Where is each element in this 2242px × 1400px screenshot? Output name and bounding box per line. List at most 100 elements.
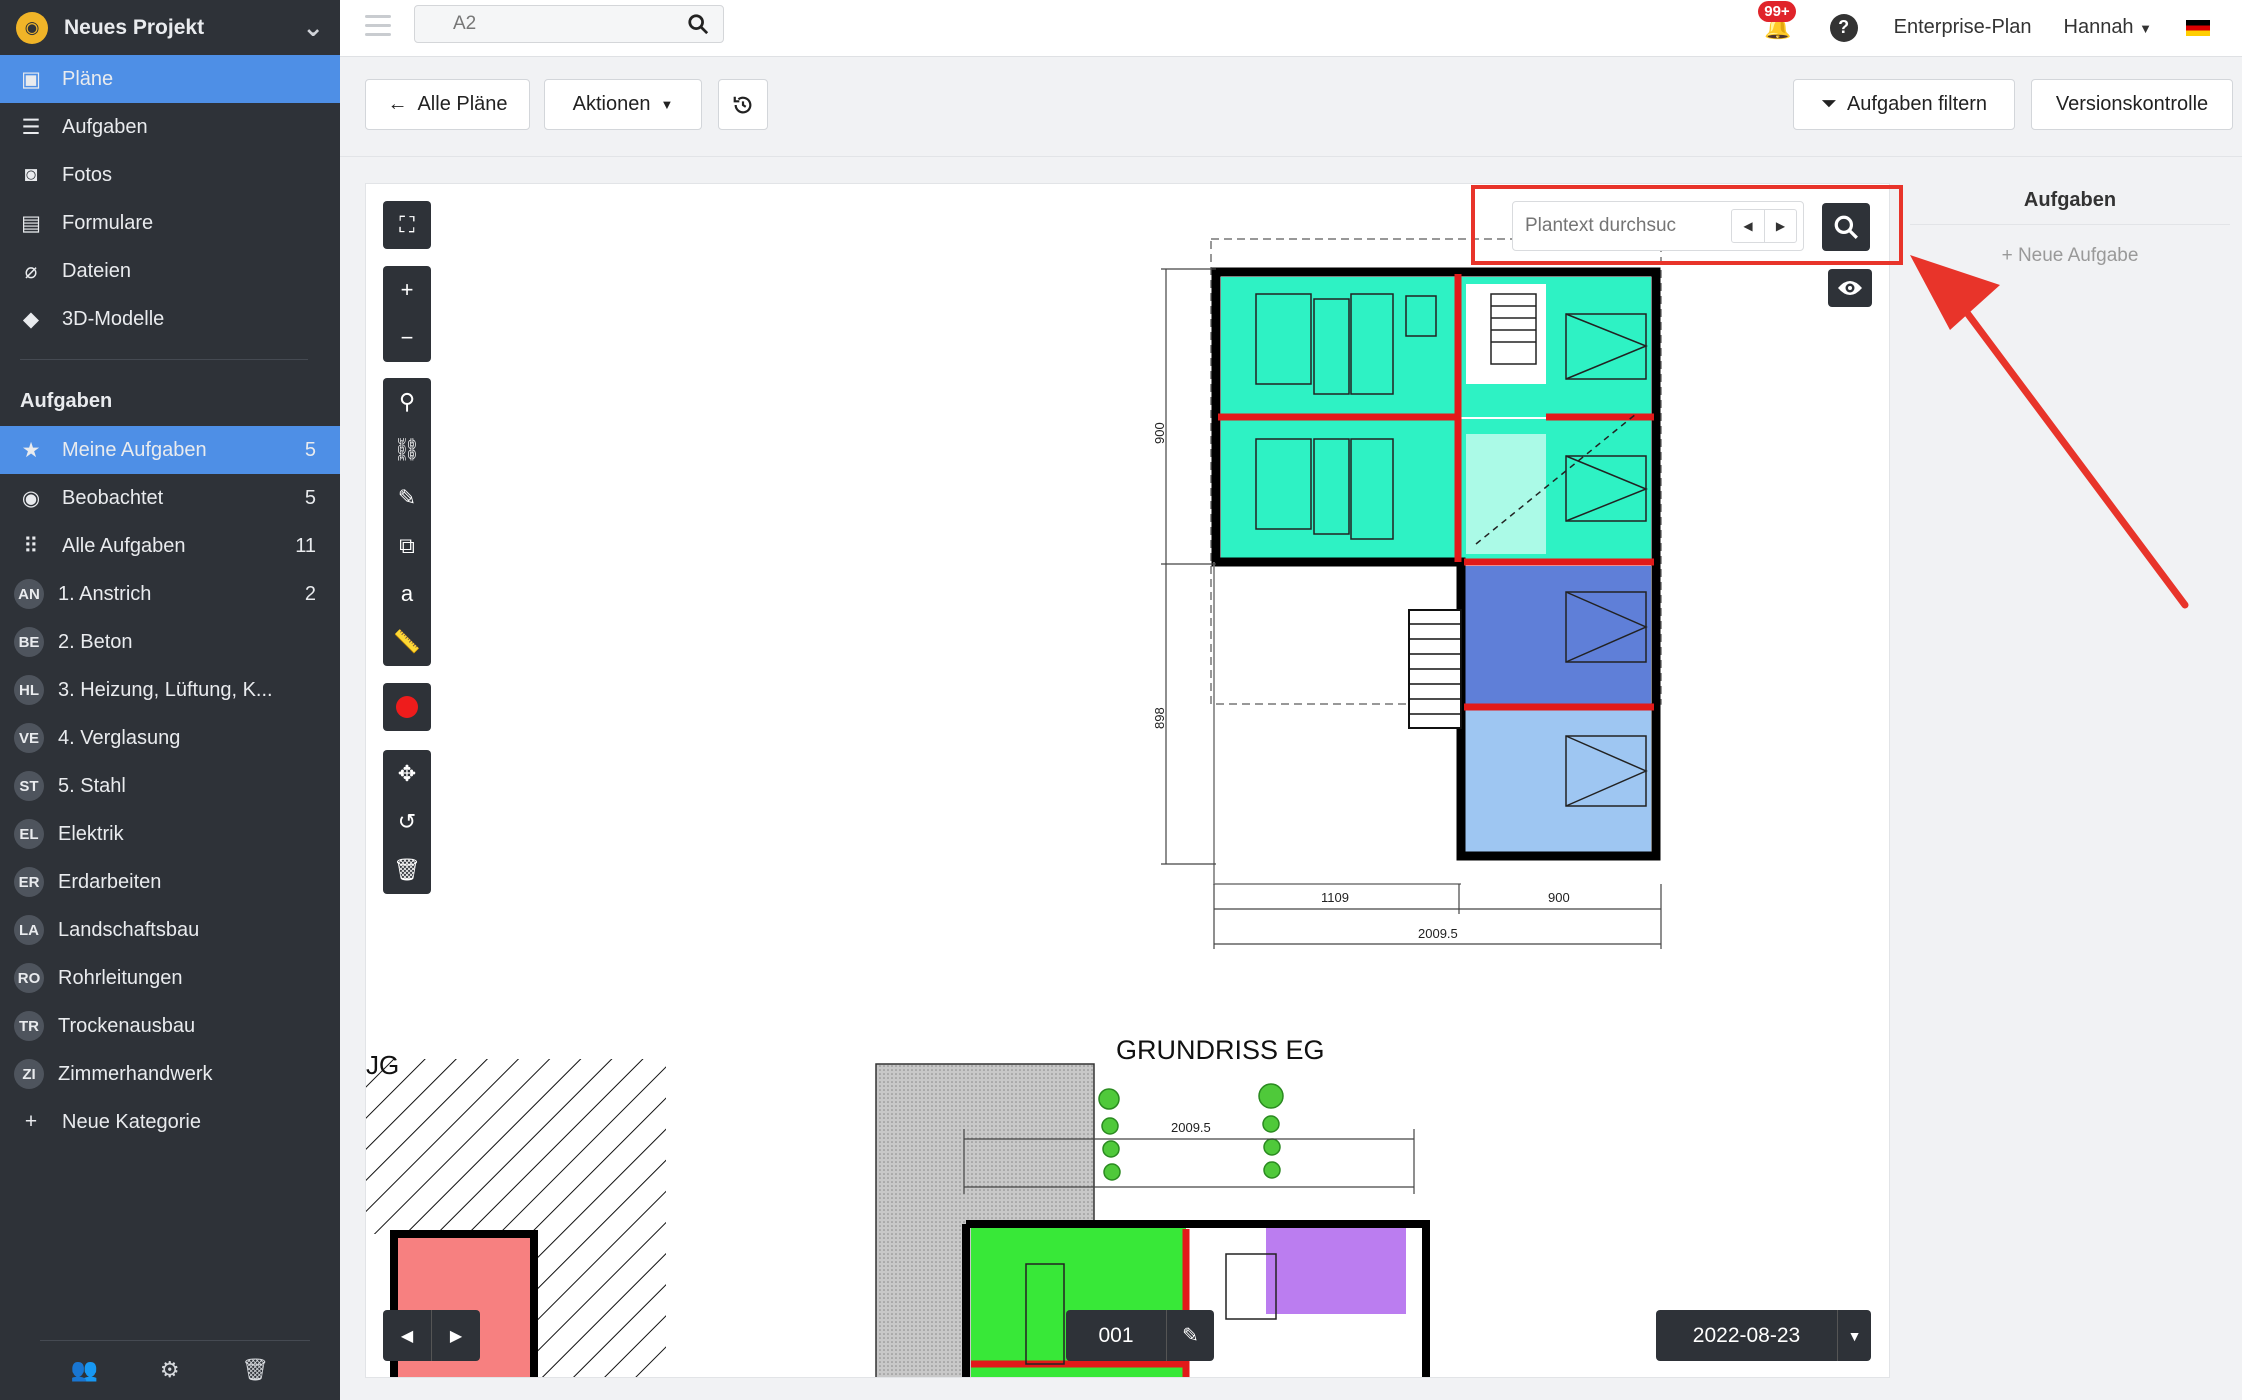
caret-down-icon[interactable]: ▼ [1837,1310,1871,1361]
plan-link[interactable]: Enterprise-Plan [1894,16,2032,39]
category-item[interactable]: AN 1. Anstrich 2 [0,570,340,618]
sidebar-item-dateien[interactable]: ⌀ Dateien [0,247,340,295]
annotation-arrow [1910,255,2189,609]
zoom-in-icon[interactable]: + [383,266,431,314]
category-item[interactable]: BE 2. Beton [0,618,340,666]
category-item[interactable]: ER Erdarbeiten [0,858,340,906]
filter-my-tasks[interactable]: ★ Meine Aufgaben 5 [0,426,340,474]
category-item[interactable]: RO Rohrleitungen [0,954,340,1002]
actions-label: Aktionen [572,93,651,115]
german-flag-icon[interactable] [2186,19,2210,36]
sidebar-item-label: Dateien [62,259,131,282]
tasks-heading: Aufgaben [20,389,113,412]
filter-watched[interactable]: ◉ Beobachtet 5 [0,474,340,522]
link-icon[interactable]: ⛓ [383,426,431,474]
category-item[interactable]: HL 3. Heizung, Lüftung, K... [0,666,340,714]
filter-count: 5 [304,438,316,461]
help-icon[interactable]: ? [1829,13,1858,42]
filter-count: 5 [304,486,316,509]
user-menu[interactable]: Hannah ▼ [2064,16,2153,39]
fullscreen-icon[interactable]: ⛶ [383,201,431,249]
history-button[interactable] [718,79,768,130]
plan-number-box: 001 ✎ [1066,1310,1214,1361]
project-logo-icon: ◉ [16,11,48,44]
top-right-controls: 🔔 99+ ? Enterprise-Plan Hannah ▼ [1758,0,2242,55]
sidebar-item-formulare[interactable]: ▤ Formulare [0,199,340,247]
new-category-button[interactable]: + Neue Kategorie [0,1098,340,1146]
filter-all-tasks[interactable]: ⠿ Alle Aufgaben 11 [0,522,340,570]
edit-pencil-icon[interactable]: ✎ [1166,1310,1214,1361]
category-label: Rohrleitungen [58,966,183,989]
plan-date-box: 2022-08-23 ▼ [1656,1310,1871,1361]
markup-tools: ⚲ ⛓ ✎ ⧉ a 📏 [383,378,431,666]
project-switcher[interactable]: ◉ Neues Projekt ⌄ [0,0,340,55]
menu-icon[interactable] [365,15,391,42]
category-item[interactable]: ST 5. Stahl [0,762,340,810]
category-item[interactable]: TR Trockenausbau [0,1002,340,1050]
plan-number: 001 [1098,1323,1134,1347]
filter-label: Beobachtet [62,486,164,509]
plan-title-grundriss-eg: GRUNDRISS EG [1116,1035,1325,1065]
shapes-icon[interactable]: ⧉ [383,522,431,570]
pin-icon[interactable]: ⚲ [383,378,431,426]
filter-tasks-label: Aufgaben filtern [1846,93,1988,115]
caret-down-icon: ▼ [2139,21,2152,36]
sidebar-item-aufgaben[interactable]: ☰ Aufgaben [0,103,340,151]
stair-core [1466,284,1546,384]
user-name: Hannah [2063,16,2134,38]
category-label: Landschaftsbau [58,918,200,941]
room-abstellraum [1266,1224,1406,1314]
sidebar-item-3d-modelle[interactable]: ◆ 3D-Modelle [0,295,340,343]
plan-search-input[interactable]: A2 [414,5,724,43]
text-icon[interactable]: a [383,570,431,618]
category-item[interactable]: LA Landschaftsbau [0,906,340,954]
visibility-toggle[interactable] [1828,269,1872,307]
all-plans-button[interactable]: ← Alle Pläne [365,79,530,130]
stair-core-2 [1466,434,1546,554]
ruler-icon[interactable]: 📏 [383,618,431,666]
color-picker-icon[interactable] [383,683,431,731]
move-icon[interactable]: ✥ [383,750,431,798]
funnel-icon: ⏷ [1820,93,1837,115]
category-label: 2. Beton [58,630,133,653]
category-badge: ZI [14,1059,44,1089]
category-item[interactable]: EL Elektrik [0,810,340,858]
color-group [383,683,431,731]
category-item[interactable]: VE 4. Verglasung [0,714,340,762]
category-badge: RO [14,963,44,993]
grid-icon: ⠿ [23,534,39,558]
prev-plan-icon[interactable]: ◀ [383,1310,431,1361]
filter-tasks-button[interactable]: ⏷ Aufgaben filtern [1793,79,2015,130]
trash-icon[interactable]: 🗑 [241,1357,269,1383]
sidebar-item-fotos[interactable]: ◙ Fotos [0,151,340,199]
version-control-button[interactable]: Versionskontrolle [2031,79,2233,130]
star-icon: ★ [21,438,41,462]
floor-plan-drawing[interactable]: 900 898 1109 900 2009.5 JG GRUNDRISS EG … [366,184,1890,1378]
undo-icon[interactable]: ↺ [383,798,431,846]
sidebar-footer: 👥 ⚙ 🗑 [0,1340,340,1400]
plans-icon: ▣ [21,67,41,91]
chevron-down-icon[interactable]: ⌄ [302,12,324,43]
actions-dropdown[interactable]: Aktionen ▼ [544,79,702,130]
notifications-button[interactable]: 🔔 99+ [1758,0,1796,41]
pencil-icon[interactable]: ✎ [383,474,431,522]
sidebar: ◉ Neues Projekt ⌄ ▣ Pläne ☰ Aufgaben ◙ F… [0,0,340,1400]
sidebar-item-plaene[interactable]: ▣ Pläne [0,55,340,103]
users-icon[interactable]: 👥 [71,1357,98,1383]
cube-icon: ◆ [22,307,40,331]
search-value: A2 [453,13,477,34]
search-icon [688,14,709,35]
category-badge: LA [14,915,44,945]
notification-badge: 99+ [1758,0,1796,22]
filter-label: Alle Aufgaben [62,534,186,557]
plan-viewer[interactable]: 900 898 1109 900 2009.5 JG GRUNDRISS EG … [365,183,1890,1378]
category-badge: VE [14,723,44,753]
highlight-frame [1471,185,1903,265]
delete-icon[interactable]: 🗑 [383,846,431,894]
zoom-out-icon[interactable]: − [383,314,431,362]
category-item[interactable]: ZI Zimmerhandwerk [0,1050,340,1098]
next-plan-icon[interactable]: ▶ [431,1310,480,1361]
gear-icon[interactable]: ⚙ [160,1357,180,1383]
category-list: AN 1. Anstrich 2 BE 2. Beton HL 3. Heizung, Lü… [0,570,340,1098]
dimension-label: 2009.5 [1418,926,1458,941]
